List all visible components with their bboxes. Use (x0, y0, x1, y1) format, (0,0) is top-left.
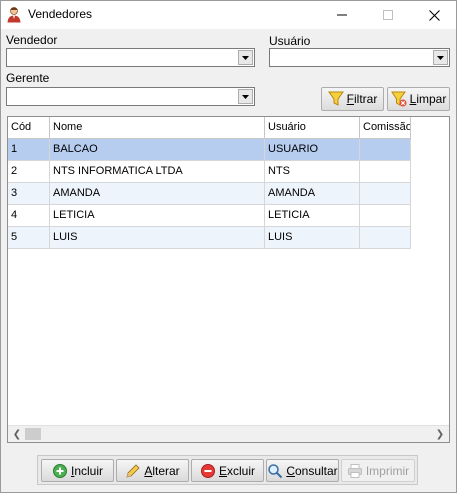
cell-nome: LETICIA (50, 205, 265, 226)
column-header-cod[interactable]: Cód (8, 117, 50, 139)
consultar-button[interactable]: Consultar (266, 459, 339, 482)
cell-comissao (360, 139, 411, 160)
consultar-mnemonic: C (286, 463, 295, 478)
cell-usuario: NTS (265, 161, 360, 182)
minimize-icon (337, 14, 347, 16)
cell-usuario: AMANDA (265, 183, 360, 204)
gerente-combo[interactable] (6, 87, 255, 106)
vendedor-combo[interactable] (6, 48, 255, 67)
cell-nome: NTS INFORMATICA LTDA (50, 161, 265, 182)
cell-usuario: LETICIA (265, 205, 360, 226)
table-row[interactable]: 5 LUIS LUIS (8, 227, 411, 249)
imprimir-button[interactable]: Imprimir (341, 459, 415, 482)
close-icon (428, 9, 440, 21)
alterar-button[interactable]: Alterar (116, 459, 189, 482)
scroll-thumb[interactable] (25, 428, 41, 440)
scroll-right-icon[interactable]: ❯ (432, 427, 448, 442)
cell-comissao (360, 205, 411, 226)
column-header-usuario[interactable]: Usuário (265, 117, 360, 139)
filter-icon (327, 91, 344, 107)
filtrar-mnemonic: F (346, 92, 354, 106)
salesperson-icon (6, 6, 22, 23)
cell-cod: 3 (8, 183, 50, 204)
clear-filter-icon (390, 91, 407, 107)
gerente-label: Gerente (6, 71, 50, 85)
alterar-label: lterar (152, 463, 180, 478)
window-title: Vendedores (28, 7, 93, 21)
incluir-label: ncluir (74, 463, 104, 478)
table-row[interactable]: 3 AMANDA AMANDA (8, 183, 411, 205)
vendedor-label: Vendedor (6, 33, 58, 47)
cell-usuario: LUIS (265, 227, 360, 248)
cell-nome: AMANDA (50, 183, 265, 204)
cell-nome: LUIS (50, 227, 265, 248)
table-row[interactable]: 1 BALCAO USUARIO (8, 139, 411, 161)
vendedores-grid[interactable]: Cód Nome Usuário Comissão 1 BALCAO USUAR… (7, 116, 450, 443)
horizontal-scrollbar[interactable]: ❮ ❯ (8, 425, 449, 442)
excluir-label: xcluir (227, 463, 256, 478)
title-bar[interactable]: Vendedores (1, 1, 456, 29)
filtrar-button[interactable]: Filtrar (321, 87, 384, 111)
excluir-button[interactable]: Excluir (191, 459, 264, 482)
maximize-icon (383, 10, 393, 20)
close-button[interactable] (411, 1, 457, 29)
minimize-button[interactable] (319, 1, 365, 29)
limpar-label: impar (416, 92, 447, 106)
search-icon (267, 463, 283, 479)
usuario-combo[interactable] (269, 48, 450, 67)
filtrar-label: iltrar (354, 92, 378, 106)
cell-comissao (360, 161, 411, 182)
cell-nome: BALCAO (50, 139, 265, 160)
pencil-icon (125, 463, 141, 479)
add-icon (52, 463, 68, 479)
chevron-down-icon[interactable] (433, 50, 448, 65)
imprimir-label: Imprimir (365, 463, 410, 478)
chevron-down-icon[interactable] (238, 89, 253, 104)
grid-header: Cód Nome Usuário Comissão (8, 117, 411, 139)
scroll-left-icon[interactable]: ❮ (9, 427, 25, 442)
cell-usuario: USUARIO (265, 139, 360, 160)
chevron-down-icon[interactable] (238, 50, 253, 65)
cell-comissao (360, 227, 411, 248)
table-row[interactable]: 4 LETICIA LETICIA (8, 205, 411, 227)
action-toolbar: Incluir Alterar Excluir Consultar Imprim… (37, 455, 418, 485)
cell-comissao (360, 183, 411, 204)
maximize-button[interactable] (365, 1, 411, 29)
column-header-nome[interactable]: Nome (50, 117, 265, 139)
cell-cod: 5 (8, 227, 50, 248)
delete-icon (200, 463, 216, 479)
consultar-label: onsultar (294, 463, 338, 478)
excluir-mnemonic: E (218, 463, 227, 478)
cell-cod: 2 (8, 161, 50, 182)
cell-cod: 1 (8, 139, 50, 160)
column-header-comissao[interactable]: Comissão (360, 117, 411, 139)
vendedores-window: Vendedores Vendedor Usuário Gerente Filt… (0, 0, 457, 493)
limpar-button[interactable]: Limpar (387, 87, 450, 111)
printer-icon (347, 463, 363, 479)
usuario-label: Usuário (269, 34, 311, 48)
incluir-button[interactable]: Incluir (41, 459, 114, 482)
cell-cod: 4 (8, 205, 50, 226)
table-row[interactable]: 2 NTS INFORMATICA LTDA NTS (8, 161, 411, 183)
